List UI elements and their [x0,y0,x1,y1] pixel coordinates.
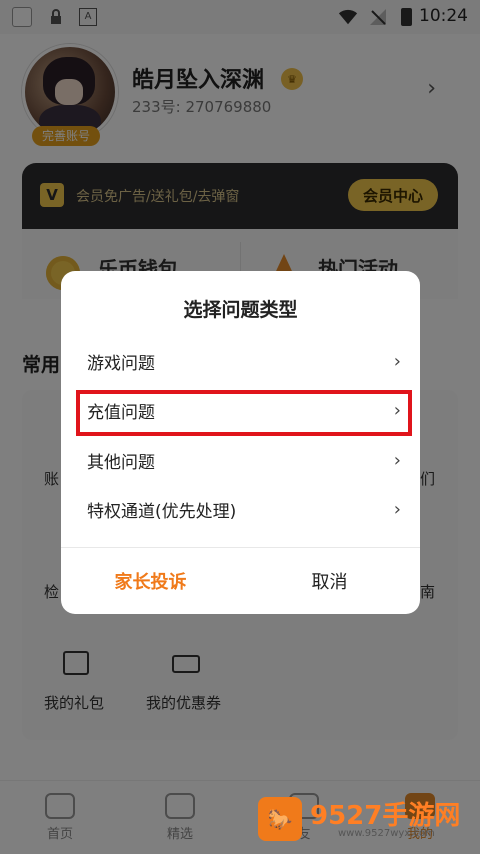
dialog-divider [61,547,420,548]
highlight-box [76,390,412,436]
parent-complaint-button[interactable]: 家长投诉 [61,561,240,601]
watermark-url: www.9527wyx.com [338,828,435,839]
chevron-right-icon: › [393,350,401,372]
watermark-text: 9527手游网 [310,801,461,831]
chevron-right-icon: › [393,449,401,471]
option-label: 游戏问题 [87,353,155,374]
horse-logo-icon: 🐎 [258,797,302,841]
option-game-issue[interactable]: 游戏问题 › [87,339,407,383]
issue-type-dialog: 选择问题类型 游戏问题 › 充值问题 › 其他问题 › 特权通道(优先处理) ›… [61,271,420,614]
site-watermark: 🐎 9527手游网 www.9527wyx.com [258,795,468,845]
dialog-title: 选择问题类型 [183,299,298,321]
option-priority-channel[interactable]: 特权通道(优先处理) › [87,487,407,531]
option-label: 特权通道(优先处理) [87,501,237,522]
cancel-button[interactable]: 取消 [240,561,419,601]
option-other-issue[interactable]: 其他问题 › [87,438,407,482]
option-label: 其他问题 [87,452,155,473]
chevron-right-icon: › [393,498,401,520]
